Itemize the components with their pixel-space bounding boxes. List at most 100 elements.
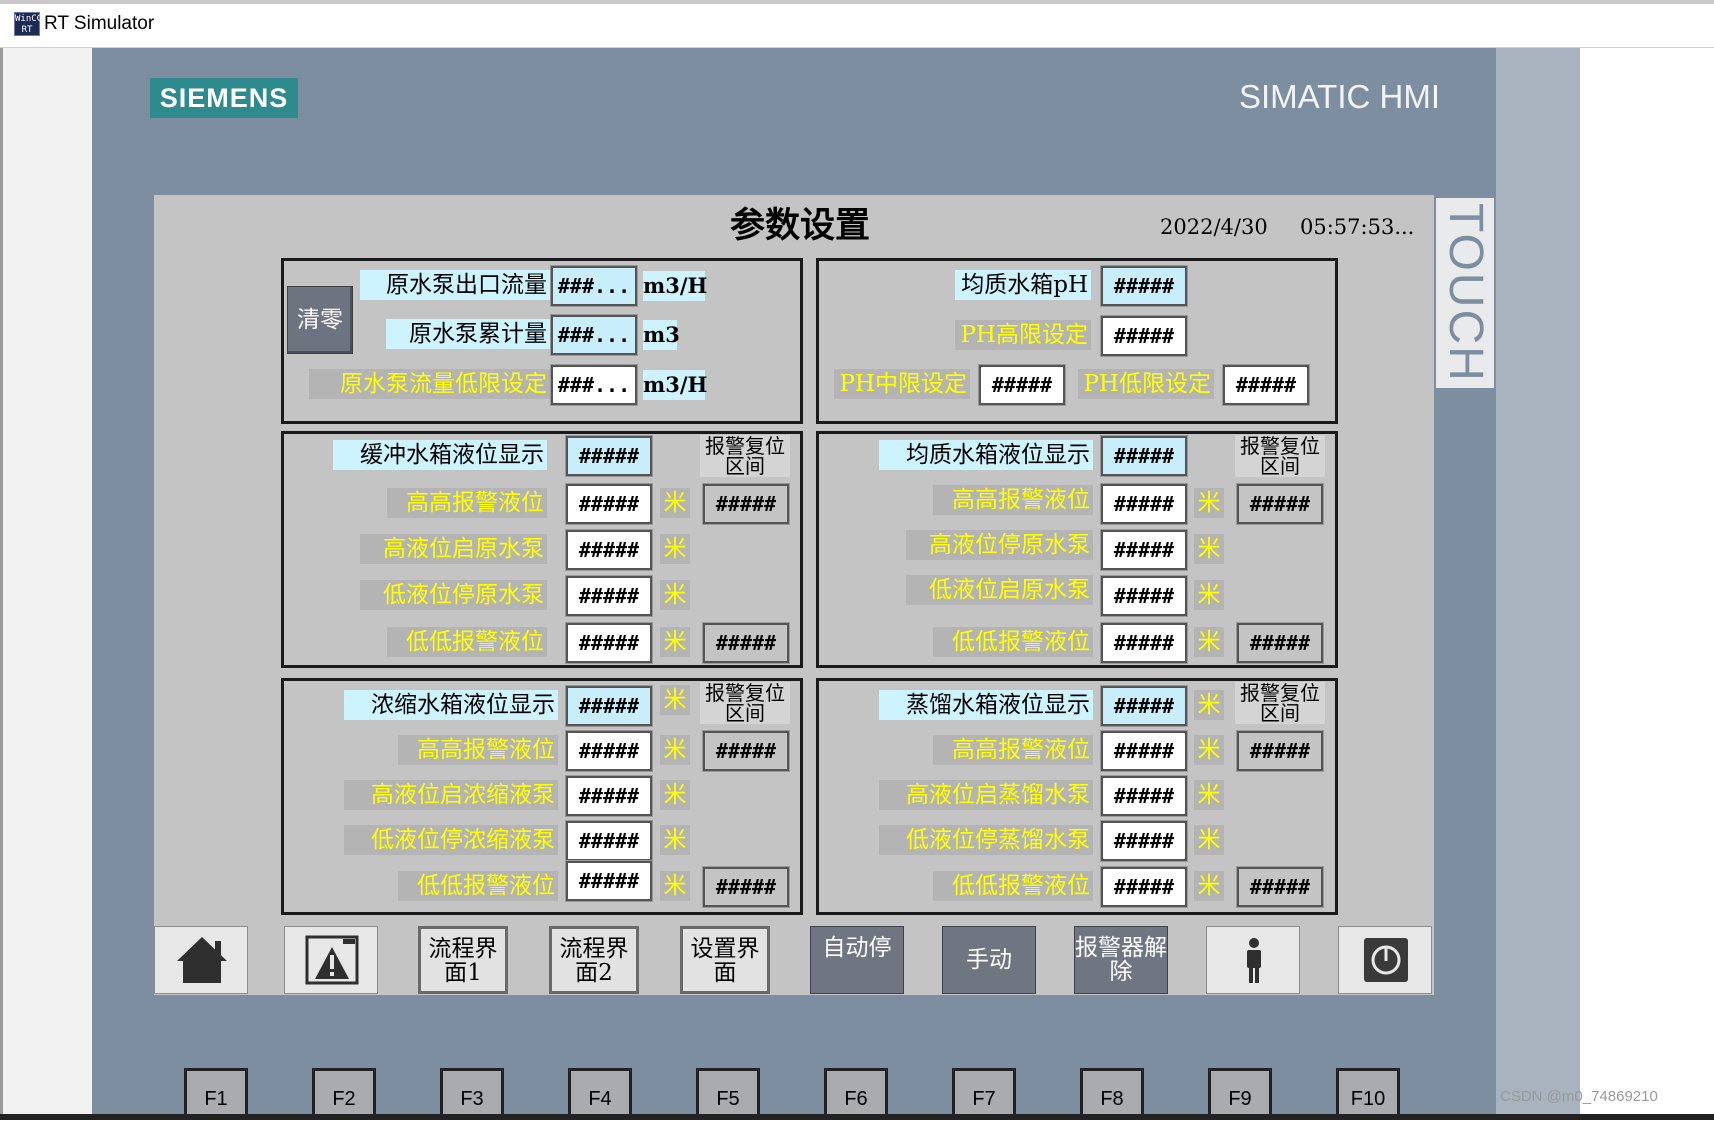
f2-key[interactable]: F2 — [312, 1068, 376, 1120]
distilled-ll-alarm-unit: 米 — [1194, 871, 1224, 901]
f5-key[interactable]: F5 — [696, 1068, 760, 1120]
homogeneous-low-start-unit: 米 — [1194, 580, 1224, 610]
distilled-hh-alarm-reset-field[interactable]: ##### — [1236, 730, 1324, 772]
date-display: 2022/4/30 — [1160, 215, 1268, 239]
homogeneous-low-start-label: 低液位启原水泵 — [906, 575, 1093, 605]
distilled-display-unit: 米 — [1194, 690, 1224, 720]
homogeneous-high-stop-label: 高液位停原水泵 — [906, 530, 1093, 560]
homogeneous-alarm-reset-header: 报警复位区间 — [1235, 435, 1325, 477]
concentrate-tank-display-field[interactable]: ##### — [565, 685, 653, 727]
concentrate-hh-alarm-field[interactable]: ##### — [565, 730, 653, 772]
f4-key[interactable]: F4 — [568, 1068, 632, 1120]
buffer-ll-alarm-field[interactable]: ##### — [565, 622, 653, 664]
f6-key[interactable]: F6 — [824, 1068, 888, 1120]
f7-key[interactable]: F7 — [952, 1068, 1016, 1120]
simatic-hmi-label: SIMATIC HMI — [1238, 78, 1440, 115]
touch-label: TOUCH — [1436, 198, 1494, 388]
buffer-hh-alarm-field[interactable]: ##### — [565, 483, 653, 525]
watermark-text: CSDN @m0_74869210 — [1500, 1088, 1658, 1105]
right-margin — [1580, 48, 1714, 1120]
distilled-ll-alarm-field[interactable]: ##### — [1100, 866, 1188, 908]
flow-screen-2-button[interactable]: 流程界面2 — [549, 926, 639, 994]
distilled-high-start-label: 高液位启蒸馏水泵 — [879, 780, 1093, 810]
concentrate-high-start-field[interactable]: ##### — [565, 775, 653, 817]
f9-key[interactable]: F9 — [1208, 1068, 1272, 1120]
distilled-low-stop-field[interactable]: ##### — [1100, 820, 1188, 862]
concentrate-ll-alarm-reset-field[interactable]: ##### — [702, 866, 790, 908]
homogeneous-low-start-field[interactable]: ##### — [1100, 575, 1188, 617]
ph-mid-field[interactable]: ##### — [978, 364, 1066, 406]
hmi-device-edge — [1496, 48, 1580, 1120]
concentrate-ll-alarm-unit: 米 — [660, 871, 690, 901]
user-button[interactable] — [1206, 926, 1300, 994]
f10-key[interactable]: F10 — [1336, 1068, 1400, 1120]
flow-low-limit-field[interactable]: ###... — [550, 364, 638, 406]
homogeneous-high-stop-field[interactable]: ##### — [1100, 529, 1188, 571]
home-button[interactable] — [154, 926, 248, 994]
ph-display-field[interactable]: ##### — [1100, 265, 1188, 307]
manual-button[interactable]: 手动 — [942, 926, 1036, 994]
concentrate-tank-display-label: 浓缩水箱液位显示 — [344, 690, 558, 720]
distilled-tank-display-field[interactable]: ##### — [1100, 685, 1188, 727]
buffer-tank-display-field[interactable]: ##### — [565, 435, 653, 477]
buffer-ll-alarm-label: 低低报警液位 — [387, 627, 547, 657]
clear-button[interactable]: 清零 — [287, 286, 353, 354]
buffer-low-stop-unit: 米 — [660, 580, 690, 610]
page-title: 参数设置 — [729, 205, 870, 246]
warning-triangle-icon — [305, 935, 359, 985]
ph-low-field[interactable]: ##### — [1222, 364, 1310, 406]
distilled-ll-alarm-reset-field[interactable]: ##### — [1236, 866, 1324, 908]
power-icon — [1364, 938, 1408, 982]
ph-mid-label: PH中限设定 — [834, 369, 970, 399]
concentrate-hh-alarm-reset-field[interactable]: ##### — [702, 730, 790, 772]
buffer-hh-alarm-unit: 米 — [660, 488, 690, 518]
window-title: RT Simulator — [44, 13, 155, 34]
flow-low-limit-unit: m3/H — [643, 370, 707, 400]
concentrate-high-start-label: 高液位启浓缩液泵 — [344, 780, 558, 810]
ph-high-field[interactable]: ##### — [1100, 315, 1188, 357]
outlet-flow-field[interactable]: ###... — [550, 265, 638, 307]
concentrate-ll-alarm-field[interactable]: ##### — [565, 860, 653, 902]
exit-button[interactable] — [1338, 926, 1432, 994]
concentrate-alarm-reset-header: 报警复位区间 — [700, 682, 790, 724]
f8-key[interactable]: F8 — [1080, 1068, 1144, 1120]
concentrate-hh-alarm-unit: 米 — [660, 735, 690, 765]
outlet-flow-unit: m3/H — [643, 271, 707, 301]
auto-stop-button[interactable]: 自动停 — [810, 926, 904, 994]
buffer-hh-alarm-reset-field[interactable]: ##### — [702, 483, 790, 525]
buffer-high-start-unit: 米 — [660, 534, 690, 564]
homogeneous-tank-display-field[interactable]: ##### — [1100, 435, 1188, 477]
buffer-high-start-field[interactable]: ##### — [565, 529, 653, 571]
homogeneous-ll-alarm-reset-field[interactable]: ##### — [1236, 622, 1324, 664]
f3-key[interactable]: F3 — [440, 1068, 504, 1120]
bottom-border — [0, 1114, 1714, 1120]
buffer-low-stop-field[interactable]: ##### — [565, 575, 653, 617]
ph-display-label: 均质水箱pH — [955, 270, 1091, 300]
homogeneous-hh-alarm-reset-field[interactable]: ##### — [1236, 483, 1324, 525]
cumulative-field[interactable]: ###... — [550, 314, 638, 356]
buffer-ll-alarm-reset-field[interactable]: ##### — [702, 622, 790, 664]
homogeneous-ll-alarm-field[interactable]: ##### — [1100, 622, 1188, 664]
title-bar — [0, 4, 1714, 48]
homogeneous-high-stop-unit: 米 — [1194, 534, 1224, 564]
alarm-release-button[interactable]: 报警器解除 — [1074, 926, 1168, 994]
homogeneous-hh-alarm-unit: 米 — [1194, 488, 1224, 518]
ph-low-label: PH低限设定 — [1078, 369, 1214, 399]
buffer-hh-alarm-label: 高高报警液位 — [387, 488, 547, 518]
user-icon — [1247, 938, 1261, 983]
homogeneous-ll-alarm-unit: 米 — [1194, 627, 1224, 657]
flow-screen-1-button[interactable]: 流程界面1 — [418, 926, 508, 994]
distilled-ll-alarm-label: 低低报警液位 — [933, 871, 1093, 901]
homogeneous-hh-alarm-field[interactable]: ##### — [1100, 483, 1188, 525]
cumulative-unit: m3 — [643, 320, 680, 350]
homogeneous-ll-alarm-label: 低低报警液位 — [933, 627, 1093, 657]
settings-screen-button[interactable]: 设置界面 — [680, 926, 770, 994]
distilled-high-start-field[interactable]: ##### — [1100, 775, 1188, 817]
alarm-view-button[interactable] — [284, 926, 378, 994]
time-display: 05:57:53... — [1300, 215, 1415, 239]
buffer-low-stop-label: 低液位停原水泵 — [360, 580, 547, 610]
concentrate-low-stop-field[interactable]: ##### — [565, 820, 653, 862]
f1-key[interactable]: F1 — [184, 1068, 248, 1120]
concentrate-display-unit: 米 — [660, 685, 690, 715]
distilled-hh-alarm-field[interactable]: ##### — [1100, 730, 1188, 772]
